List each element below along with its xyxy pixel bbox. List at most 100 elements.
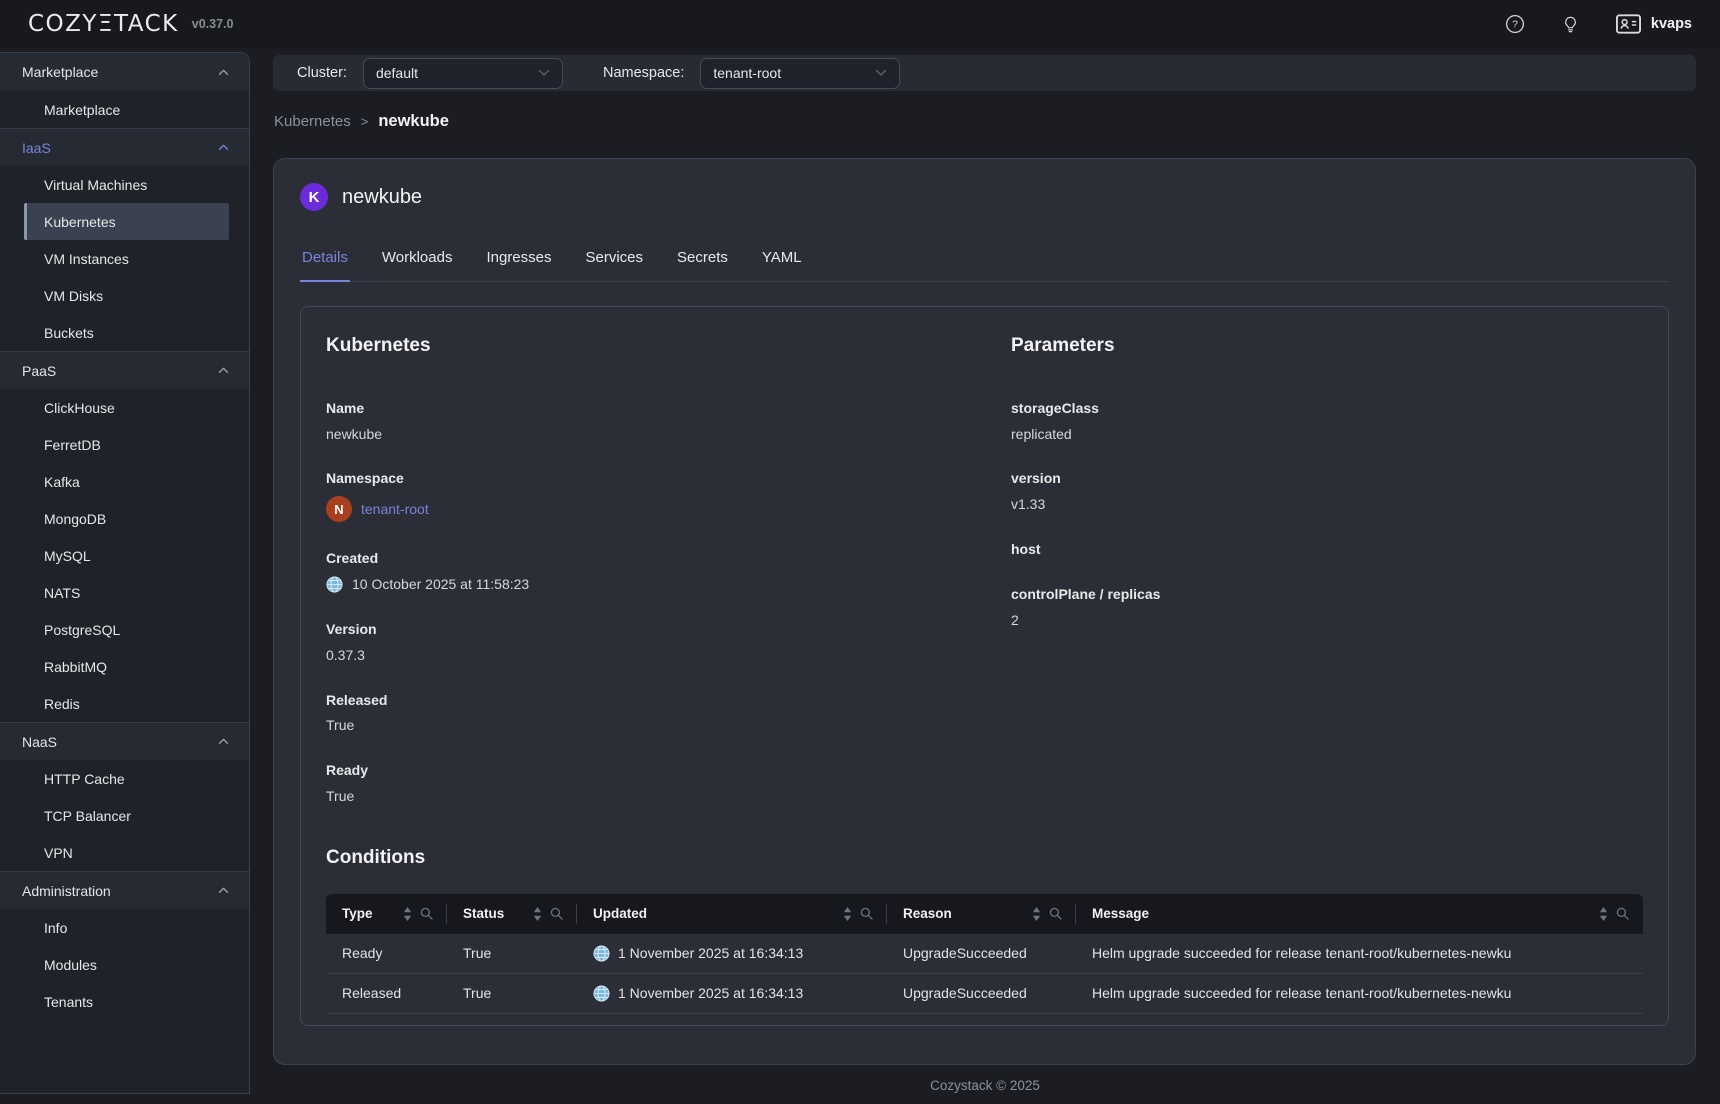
field-label: Released — [326, 692, 1011, 709]
column-header-reason[interactable]: Reason — [887, 894, 1076, 934]
sidebar-item-label: Info — [44, 920, 67, 936]
field-label: version — [1011, 470, 1643, 487]
sidebar-item-label: Modules — [44, 957, 97, 973]
hint-button[interactable] — [1561, 15, 1580, 34]
sidebar-item-kafka[interactable]: Kafka — [24, 463, 229, 500]
search-icon[interactable] — [1049, 907, 1062, 920]
tab-ingresses[interactable]: Ingresses — [484, 239, 553, 281]
sidebar-section-label: Marketplace — [22, 64, 98, 80]
cluster-label: Cluster: — [297, 65, 347, 81]
namespace-link[interactable]: tenant-root — [361, 501, 429, 517]
namespace-select[interactable]: tenant-root — [700, 58, 900, 89]
search-icon[interactable] — [1616, 907, 1629, 920]
cell-reason-text: UpgradeSucceeded — [903, 985, 1027, 1001]
sidebar-item-buckets[interactable]: Buckets — [24, 314, 229, 351]
sidebar-item-clickhouse[interactable]: ClickHouse — [24, 389, 229, 426]
datetime-value: 10 October 2025 at 11:58:23 — [326, 576, 1011, 593]
user-menu[interactable]: kvaps — [1616, 14, 1692, 34]
sidebar-section-marketplace[interactable]: Marketplace — [0, 53, 249, 91]
column-header-status[interactable]: Status — [447, 894, 577, 934]
sidebar-item-kubernetes[interactable]: Kubernetes — [24, 203, 229, 240]
sidebar-item-info[interactable]: Info — [24, 909, 229, 946]
sort-icon[interactable] — [403, 907, 412, 921]
tab-secrets[interactable]: Secrets — [675, 239, 730, 281]
tab-details[interactable]: Details — [300, 239, 350, 282]
column-header-type[interactable]: Type — [326, 894, 447, 934]
sidebar-item-ferretdb[interactable]: FerretDB — [24, 426, 229, 463]
cell-updated: 1 November 2025 at 16:34:13 — [577, 945, 887, 962]
sidebar-section-administration[interactable]: Administration — [0, 871, 249, 909]
sort-icon[interactable] — [533, 907, 542, 921]
sidebar-item-modules[interactable]: Modules — [24, 946, 229, 983]
sidebar-item-postgresql[interactable]: PostgreSQL — [24, 611, 229, 648]
sidebar-item-vm-instances[interactable]: VM Instances — [24, 240, 229, 277]
cell-type: Ready — [326, 945, 447, 961]
search-icon[interactable] — [860, 907, 873, 920]
column-header-controls — [525, 907, 563, 921]
breadcrumb-parent-link[interactable]: Kubernetes — [274, 113, 351, 130]
cell-updated-text: 1 November 2025 at 16:34:13 — [618, 985, 803, 1001]
chevron-up-icon — [218, 367, 229, 374]
sidebar-item-label: Kubernetes — [44, 214, 116, 230]
sidebar-item-vpn[interactable]: VPN — [24, 834, 229, 871]
sidebar-item-redis[interactable]: Redis — [24, 685, 229, 722]
help-button[interactable]: ? — [1505, 14, 1525, 34]
lightbulb-icon — [1561, 15, 1580, 34]
tab-workloads[interactable]: Workloads — [380, 239, 455, 281]
sidebar-item-label: FerretDB — [44, 437, 101, 453]
sidebar-item-vm-disks[interactable]: VM Disks — [24, 277, 229, 314]
sidebar-section-naas[interactable]: NaaS — [0, 722, 249, 760]
sidebar-item-nats[interactable]: NATS — [24, 574, 229, 611]
tab-services[interactable]: Services — [584, 239, 646, 281]
cell-message-text: Helm upgrade succeeded for release tenan… — [1092, 985, 1511, 1001]
column-header-controls — [395, 907, 433, 921]
details-fields-left: NamenewkubeNamespaceNtenant-rootCreated1… — [326, 400, 1011, 805]
sidebar-item-mysql[interactable]: MySQL — [24, 537, 229, 574]
page-title: newkube — [342, 186, 422, 209]
details-fields-right: storageClassreplicatedversionv1.33hostco… — [1011, 400, 1643, 629]
cell-reason: UpgradeSucceeded — [887, 945, 1076, 961]
sidebar-item-http-cache[interactable]: HTTP Cache — [24, 760, 229, 797]
resource-card: K newkube Details Workloads Ingresses Servi… — [273, 158, 1696, 1065]
column-header-message[interactable]: Message — [1076, 894, 1643, 934]
search-icon[interactable] — [550, 907, 563, 920]
sidebar-item-label: MongoDB — [44, 511, 106, 527]
chevron-down-icon — [538, 69, 550, 77]
sidebar-section-iaas[interactable]: IaaS — [0, 128, 249, 166]
sidebar-item-mongodb[interactable]: MongoDB — [24, 500, 229, 537]
sidebar-item-rabbitmq[interactable]: RabbitMQ — [24, 648, 229, 685]
namespace-select-value: tenant-root — [713, 65, 781, 81]
cell-type: Released — [326, 985, 447, 1001]
app-logo[interactable]: COZYΞTACK — [28, 11, 179, 37]
cell-status-text: True — [463, 985, 491, 1001]
details-column-left: Kubernetes NamenewkubeNamespaceNtenant-r… — [326, 335, 1011, 833]
sort-icon[interactable] — [1599, 907, 1608, 921]
chevron-down-icon — [875, 69, 887, 77]
cluster-select[interactable]: default — [363, 58, 563, 89]
sidebar-item-label: VM Disks — [44, 288, 103, 304]
sidebar-item-label: ClickHouse — [44, 400, 115, 416]
sort-icon[interactable] — [1032, 907, 1041, 921]
detail-field-storageclass: storageClassreplicated — [1011, 400, 1643, 443]
resource-header: K newkube — [300, 183, 1669, 211]
detail-field-controlplane-replicas: controlPlane / replicas2 — [1011, 586, 1643, 629]
sort-icon[interactable] — [843, 907, 852, 921]
cell-message: Helm upgrade succeeded for release tenan… — [1076, 985, 1643, 1001]
sidebar-item-tenants[interactable]: Tenants — [24, 983, 229, 1020]
sidebar-item-tcp-balancer[interactable]: TCP Balancer — [24, 797, 229, 834]
table-row[interactable]: Released True 1 November 2025 at 16:34:13 U… — [326, 974, 1643, 1014]
tab-yaml[interactable]: YAML — [760, 239, 804, 281]
breadcrumb: Kubernetes > newkube — [274, 112, 449, 131]
sidebar-item-marketplace[interactable]: Marketplace — [24, 91, 229, 128]
search-icon[interactable] — [420, 907, 433, 920]
sidebar-item-virtual-machines[interactable]: Virtual Machines — [24, 166, 229, 203]
chevron-up-icon — [218, 144, 229, 151]
sidebar-section-paas[interactable]: PaaS — [0, 351, 249, 389]
column-header-updated[interactable]: Updated — [577, 894, 887, 934]
namespace-value: Ntenant-root — [326, 496, 1011, 522]
sidebar-item-label: TCP Balancer — [44, 808, 131, 824]
globe-icon — [593, 985, 610, 1002]
sidebar-item-label: Tenants — [44, 994, 93, 1010]
breadcrumb-separator: > — [361, 114, 369, 129]
table-row[interactable]: ReadyTrue1 November 2025 at 16:34:13Upgr… — [326, 934, 1643, 974]
